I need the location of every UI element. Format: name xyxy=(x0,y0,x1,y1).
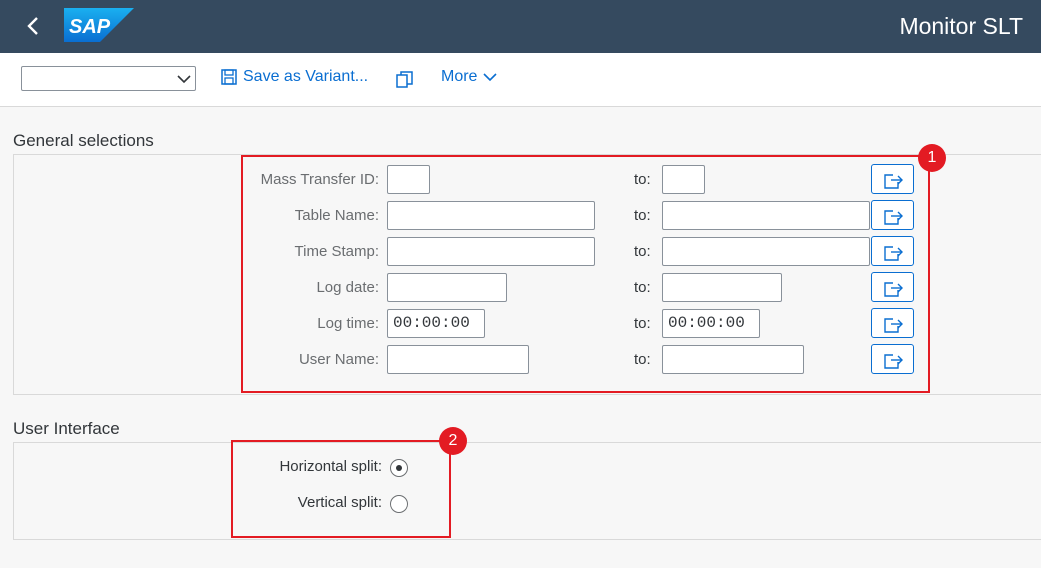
annotation-badge-1: 1 xyxy=(918,144,946,172)
save-icon xyxy=(221,69,237,85)
annotation-badge-2: 2 xyxy=(439,427,467,455)
toolbar: Save as Variant... More xyxy=(0,53,1041,107)
more-label: More xyxy=(441,68,478,85)
chevron-down-icon xyxy=(177,75,191,84)
highlight-box-1 xyxy=(241,155,930,393)
chevron-down-icon xyxy=(483,73,498,82)
save-as-variant-button[interactable]: Save as Variant... xyxy=(221,68,368,86)
copy-button[interactable] xyxy=(396,71,414,89)
back-icon[interactable] xyxy=(22,12,46,40)
general-selections-title: General selections xyxy=(13,131,154,150)
copy-icon xyxy=(396,71,413,88)
sap-logo[interactable]: SAP xyxy=(64,8,134,42)
user-interface-title: User Interface xyxy=(13,419,120,438)
user-interface-panel xyxy=(13,442,1041,540)
save-as-variant-label: Save as Variant... xyxy=(243,68,369,85)
shell-bar: SAP Monitor SLT xyxy=(0,0,1041,53)
variant-select[interactable] xyxy=(21,66,196,91)
app-title: Monitor SLT xyxy=(899,13,1023,39)
more-button[interactable]: More xyxy=(441,68,498,86)
svg-text:SAP: SAP xyxy=(69,16,111,38)
highlight-box-2 xyxy=(231,440,451,538)
